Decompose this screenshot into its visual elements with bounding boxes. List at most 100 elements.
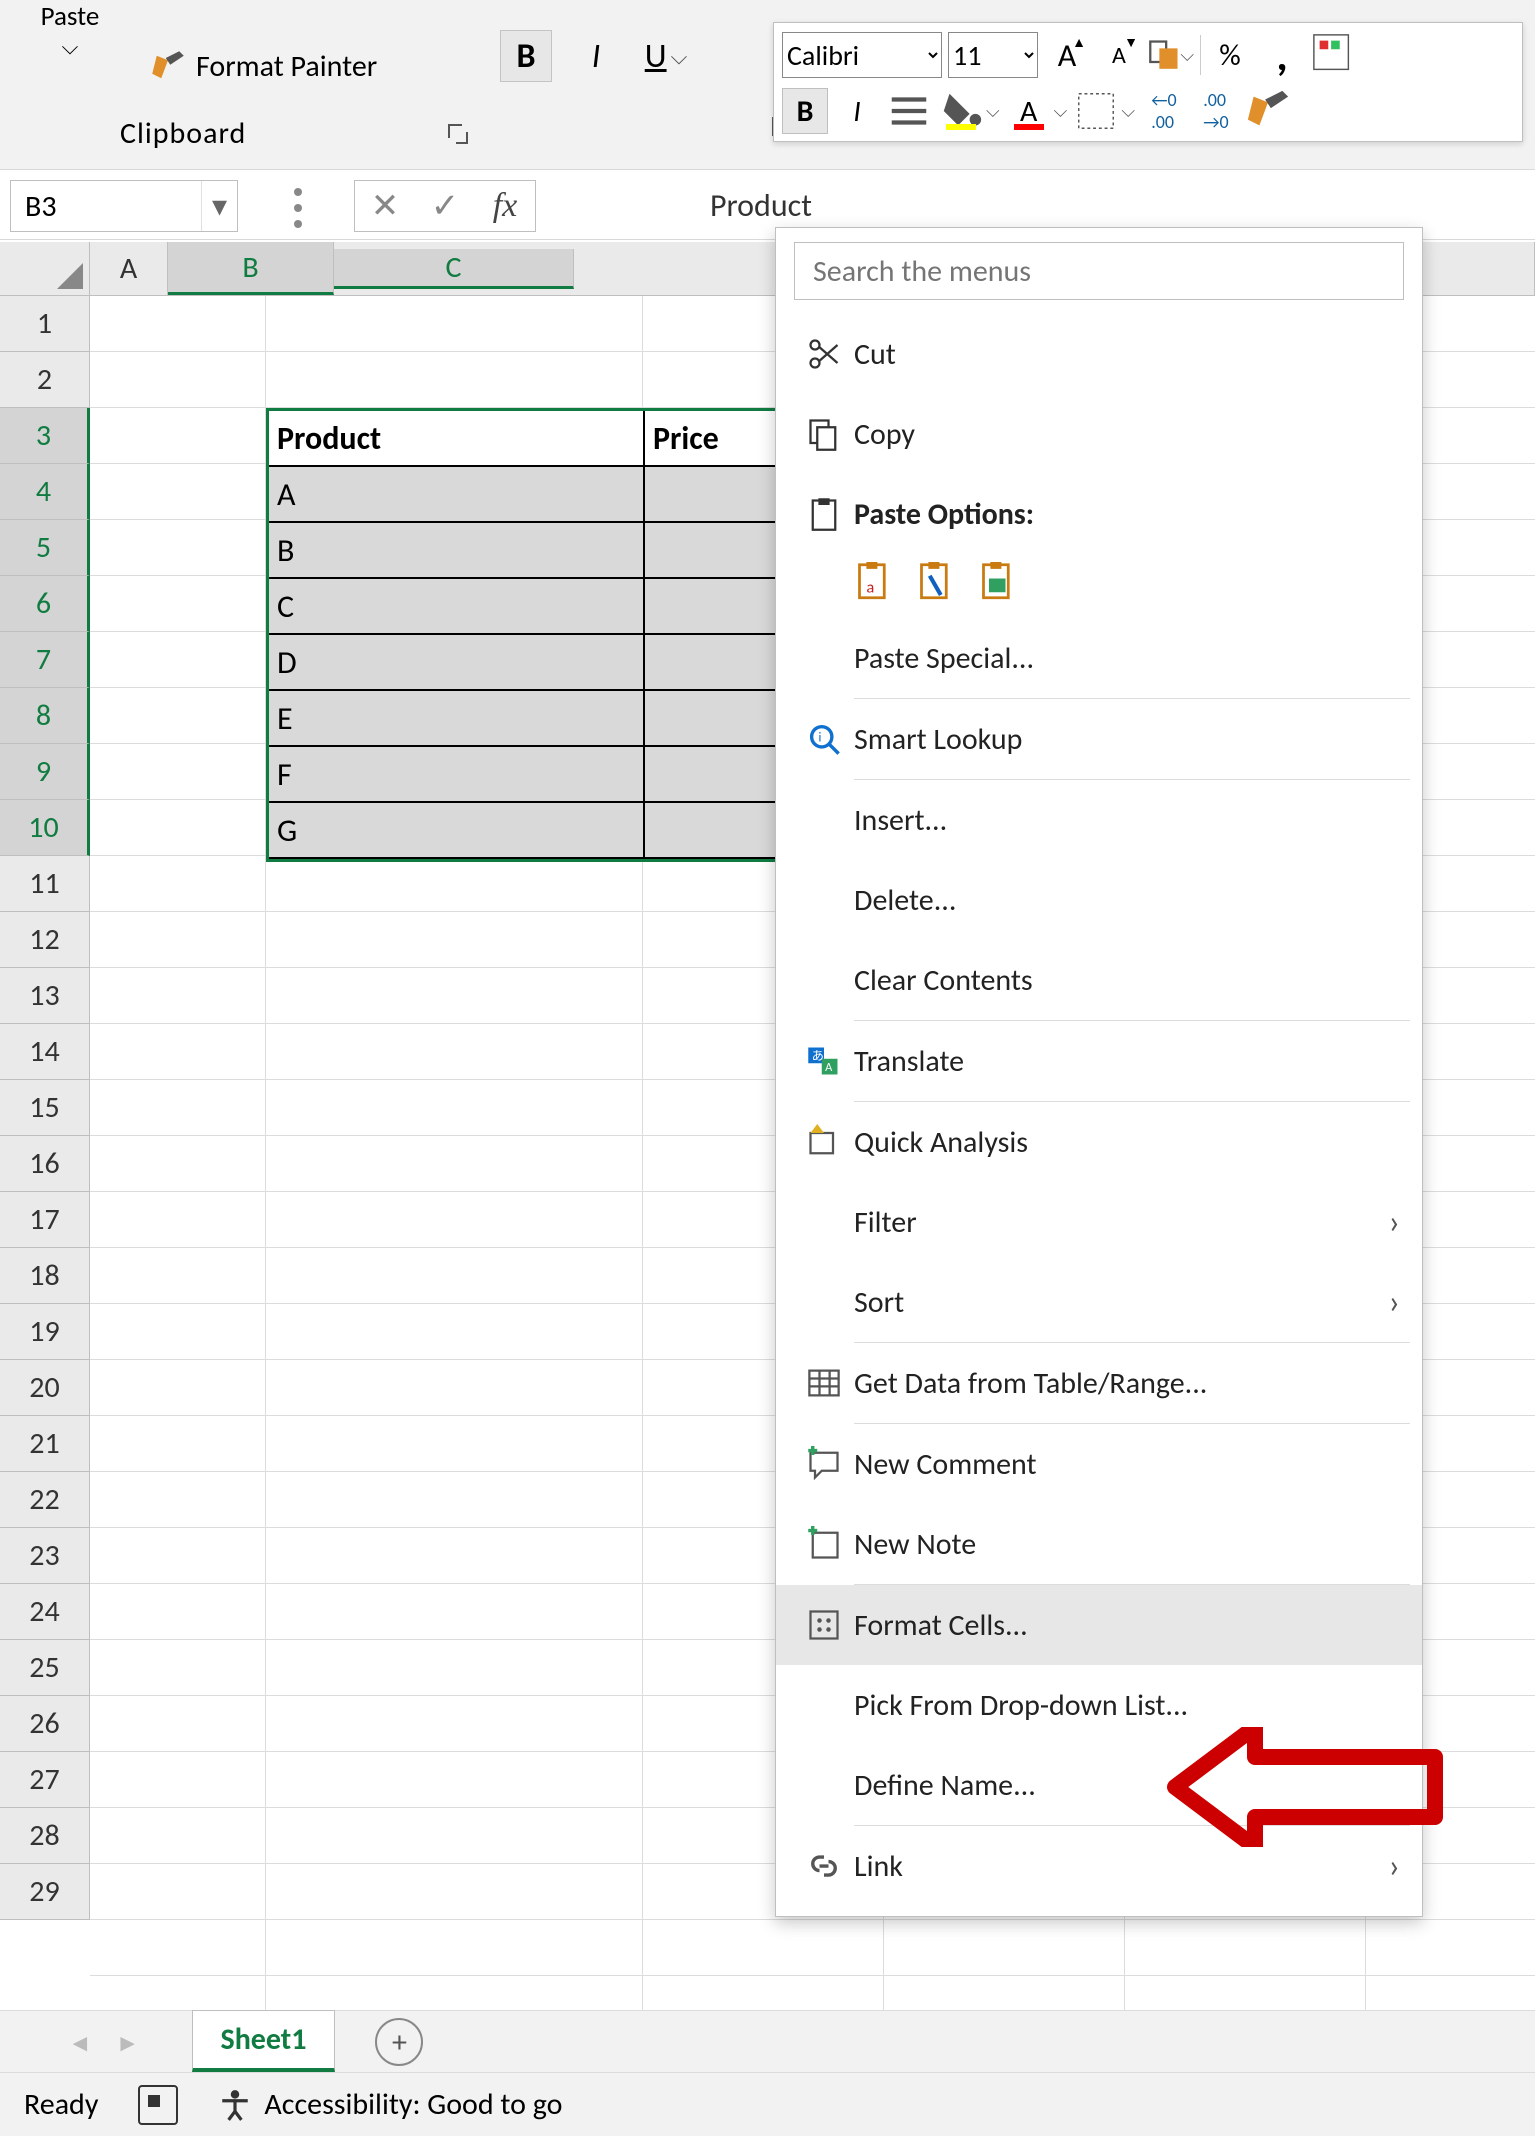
font-color-button[interactable]: A (1006, 88, 1052, 134)
col-header-b[interactable]: B (168, 242, 334, 295)
row-header[interactable]: 29 (0, 1864, 90, 1920)
row-header[interactable]: 8 (0, 688, 90, 744)
quick-analysis-icon (794, 1124, 854, 1160)
format-as-table-icon[interactable]: ⌵ (1148, 32, 1194, 78)
format-painter-mini-icon[interactable] (1245, 88, 1291, 134)
row-header[interactable]: 12 (0, 912, 90, 968)
add-sheet-button[interactable]: + (375, 2018, 423, 2066)
row-header[interactable]: 10 (0, 800, 90, 856)
increase-font-icon[interactable]: A▲ (1044, 32, 1090, 78)
chevron-down-icon[interactable]: ⌵ (986, 100, 1000, 122)
row-header[interactable]: 17 (0, 1192, 90, 1248)
row-header[interactable]: 21 (0, 1416, 90, 1472)
menu-paste-options-label: Paste Options: (776, 474, 1422, 554)
row-header[interactable]: 4 (0, 464, 90, 520)
row-header[interactable]: 5 (0, 520, 90, 576)
row-header[interactable]: 23 (0, 1528, 90, 1584)
italic-button-mini[interactable]: I (834, 88, 880, 134)
menu-new-comment[interactable]: New Comment (776, 1424, 1422, 1504)
chevron-down-icon[interactable]: ▾ (201, 181, 237, 231)
row-header[interactable]: 24 (0, 1584, 90, 1640)
row-header[interactable]: 22 (0, 1472, 90, 1528)
font-name-select[interactable]: Calibri (782, 32, 942, 78)
menu-search-input[interactable] (811, 252, 1387, 291)
menu-format-cells[interactable]: Format Cells... (776, 1585, 1422, 1665)
percent-button[interactable]: % (1207, 32, 1253, 78)
increase-decimal-button[interactable]: .00→0 (1193, 88, 1239, 134)
enter-icon[interactable]: ✓ (415, 181, 475, 231)
chevron-down-icon[interactable]: ⌵ (1121, 100, 1135, 122)
fill-color-button[interactable] (938, 88, 984, 134)
borders-button[interactable] (1073, 88, 1119, 134)
row-header[interactable]: 26 (0, 1696, 90, 1752)
col-header-c[interactable]: C (334, 249, 574, 289)
chevron-down-icon[interactable]: ⌵ (1054, 100, 1068, 122)
sheet-tab-sheet1[interactable]: Sheet1 (192, 2010, 336, 2072)
underline-button[interactable]: U⌵ (640, 30, 692, 82)
menu-delete[interactable]: Delete... (776, 860, 1422, 940)
row-header[interactable]: 15 (0, 1080, 90, 1136)
row-header[interactable]: 20 (0, 1360, 90, 1416)
decrease-font-icon[interactable]: A▼ (1096, 32, 1142, 78)
format-painter-button[interactable]: Format Painter (150, 48, 377, 85)
chevron-down-icon: ⌵ (671, 43, 688, 70)
row-header[interactable]: 18 (0, 1248, 90, 1304)
row-header[interactable]: 2 (0, 352, 90, 408)
clipboard-dialog-launcher[interactable] (444, 120, 470, 146)
fx-icon[interactable]: fx (475, 181, 535, 231)
row-header[interactable]: 14 (0, 1024, 90, 1080)
resize-handle[interactable] (294, 188, 302, 228)
menu-paste-special[interactable]: Paste Special... (776, 618, 1422, 698)
row-header[interactable]: 19 (0, 1304, 90, 1360)
menu-search[interactable] (794, 242, 1404, 300)
row-header[interactable]: 7 (0, 632, 90, 688)
menu-get-data[interactable]: Get Data from Table/Range... (776, 1343, 1422, 1423)
menu-smart-lookup[interactable]: i Smart Lookup (776, 699, 1422, 779)
align-button[interactable] (886, 88, 932, 134)
row-header[interactable]: 3 (0, 408, 90, 464)
context-menu: Cut Copy Paste Options: a Paste Special.… (775, 227, 1423, 1917)
font-style-group: B I U⌵ (500, 30, 692, 82)
tab-nav-right[interactable]: ► (116, 2029, 140, 2058)
row-header[interactable]: 11 (0, 856, 90, 912)
row-header[interactable]: 9 (0, 744, 90, 800)
decrease-decimal-button[interactable]: ←0.00 (1141, 88, 1187, 134)
menu-cut[interactable]: Cut (776, 314, 1422, 394)
formula-input[interactable]: Product (698, 180, 1525, 232)
macro-record-icon[interactable] (138, 2085, 178, 2125)
menu-translate[interactable]: あA Translate (776, 1021, 1422, 1101)
menu-quick-analysis[interactable]: Quick Analysis (776, 1102, 1422, 1182)
menu-copy[interactable]: Copy (776, 394, 1422, 474)
menu-sort[interactable]: Sort › (776, 1262, 1422, 1342)
paste-keep-source-icon[interactable]: a (854, 562, 898, 611)
bold-button[interactable]: B (500, 30, 552, 82)
paintbrush-icon (150, 49, 186, 85)
accessibility-status[interactable]: Accessibility: Good to go (218, 2086, 562, 2123)
paste-button[interactable]: Paste ⌵ (10, 0, 130, 60)
row-header[interactable]: 25 (0, 1640, 90, 1696)
row-header[interactable]: 6 (0, 576, 90, 632)
paste-picture-icon[interactable] (978, 562, 1022, 611)
paste-values-icon[interactable] (916, 562, 960, 611)
font-size-select[interactable]: 11 (948, 32, 1038, 78)
row-header[interactable]: 16 (0, 1136, 90, 1192)
cancel-icon[interactable]: ✕ (355, 181, 415, 231)
select-all-corner[interactable] (0, 242, 90, 296)
menu-insert[interactable]: Insert... (776, 780, 1422, 860)
col-header-a[interactable]: A (90, 242, 168, 295)
status-bar: Ready Accessibility: Good to go (0, 2072, 1535, 2136)
row-header[interactable]: 1 (0, 296, 90, 352)
menu-filter[interactable]: Filter › (776, 1182, 1422, 1262)
comma-button[interactable]: , (1259, 32, 1305, 78)
name-box[interactable]: B3 ▾ (10, 180, 238, 232)
row-header[interactable]: 13 (0, 968, 90, 1024)
menu-new-note[interactable]: New Note (776, 1504, 1422, 1584)
tab-nav-left[interactable]: ◄ (68, 2029, 92, 2058)
header-product[interactable]: Product (269, 411, 645, 465)
row-header[interactable]: 27 (0, 1752, 90, 1808)
menu-clear-contents[interactable]: Clear Contents (776, 940, 1422, 1020)
bold-button-mini[interactable]: B (782, 88, 828, 134)
conditional-format-icon[interactable] (1311, 32, 1357, 78)
italic-button[interactable]: I (570, 30, 622, 82)
row-header[interactable]: 28 (0, 1808, 90, 1864)
